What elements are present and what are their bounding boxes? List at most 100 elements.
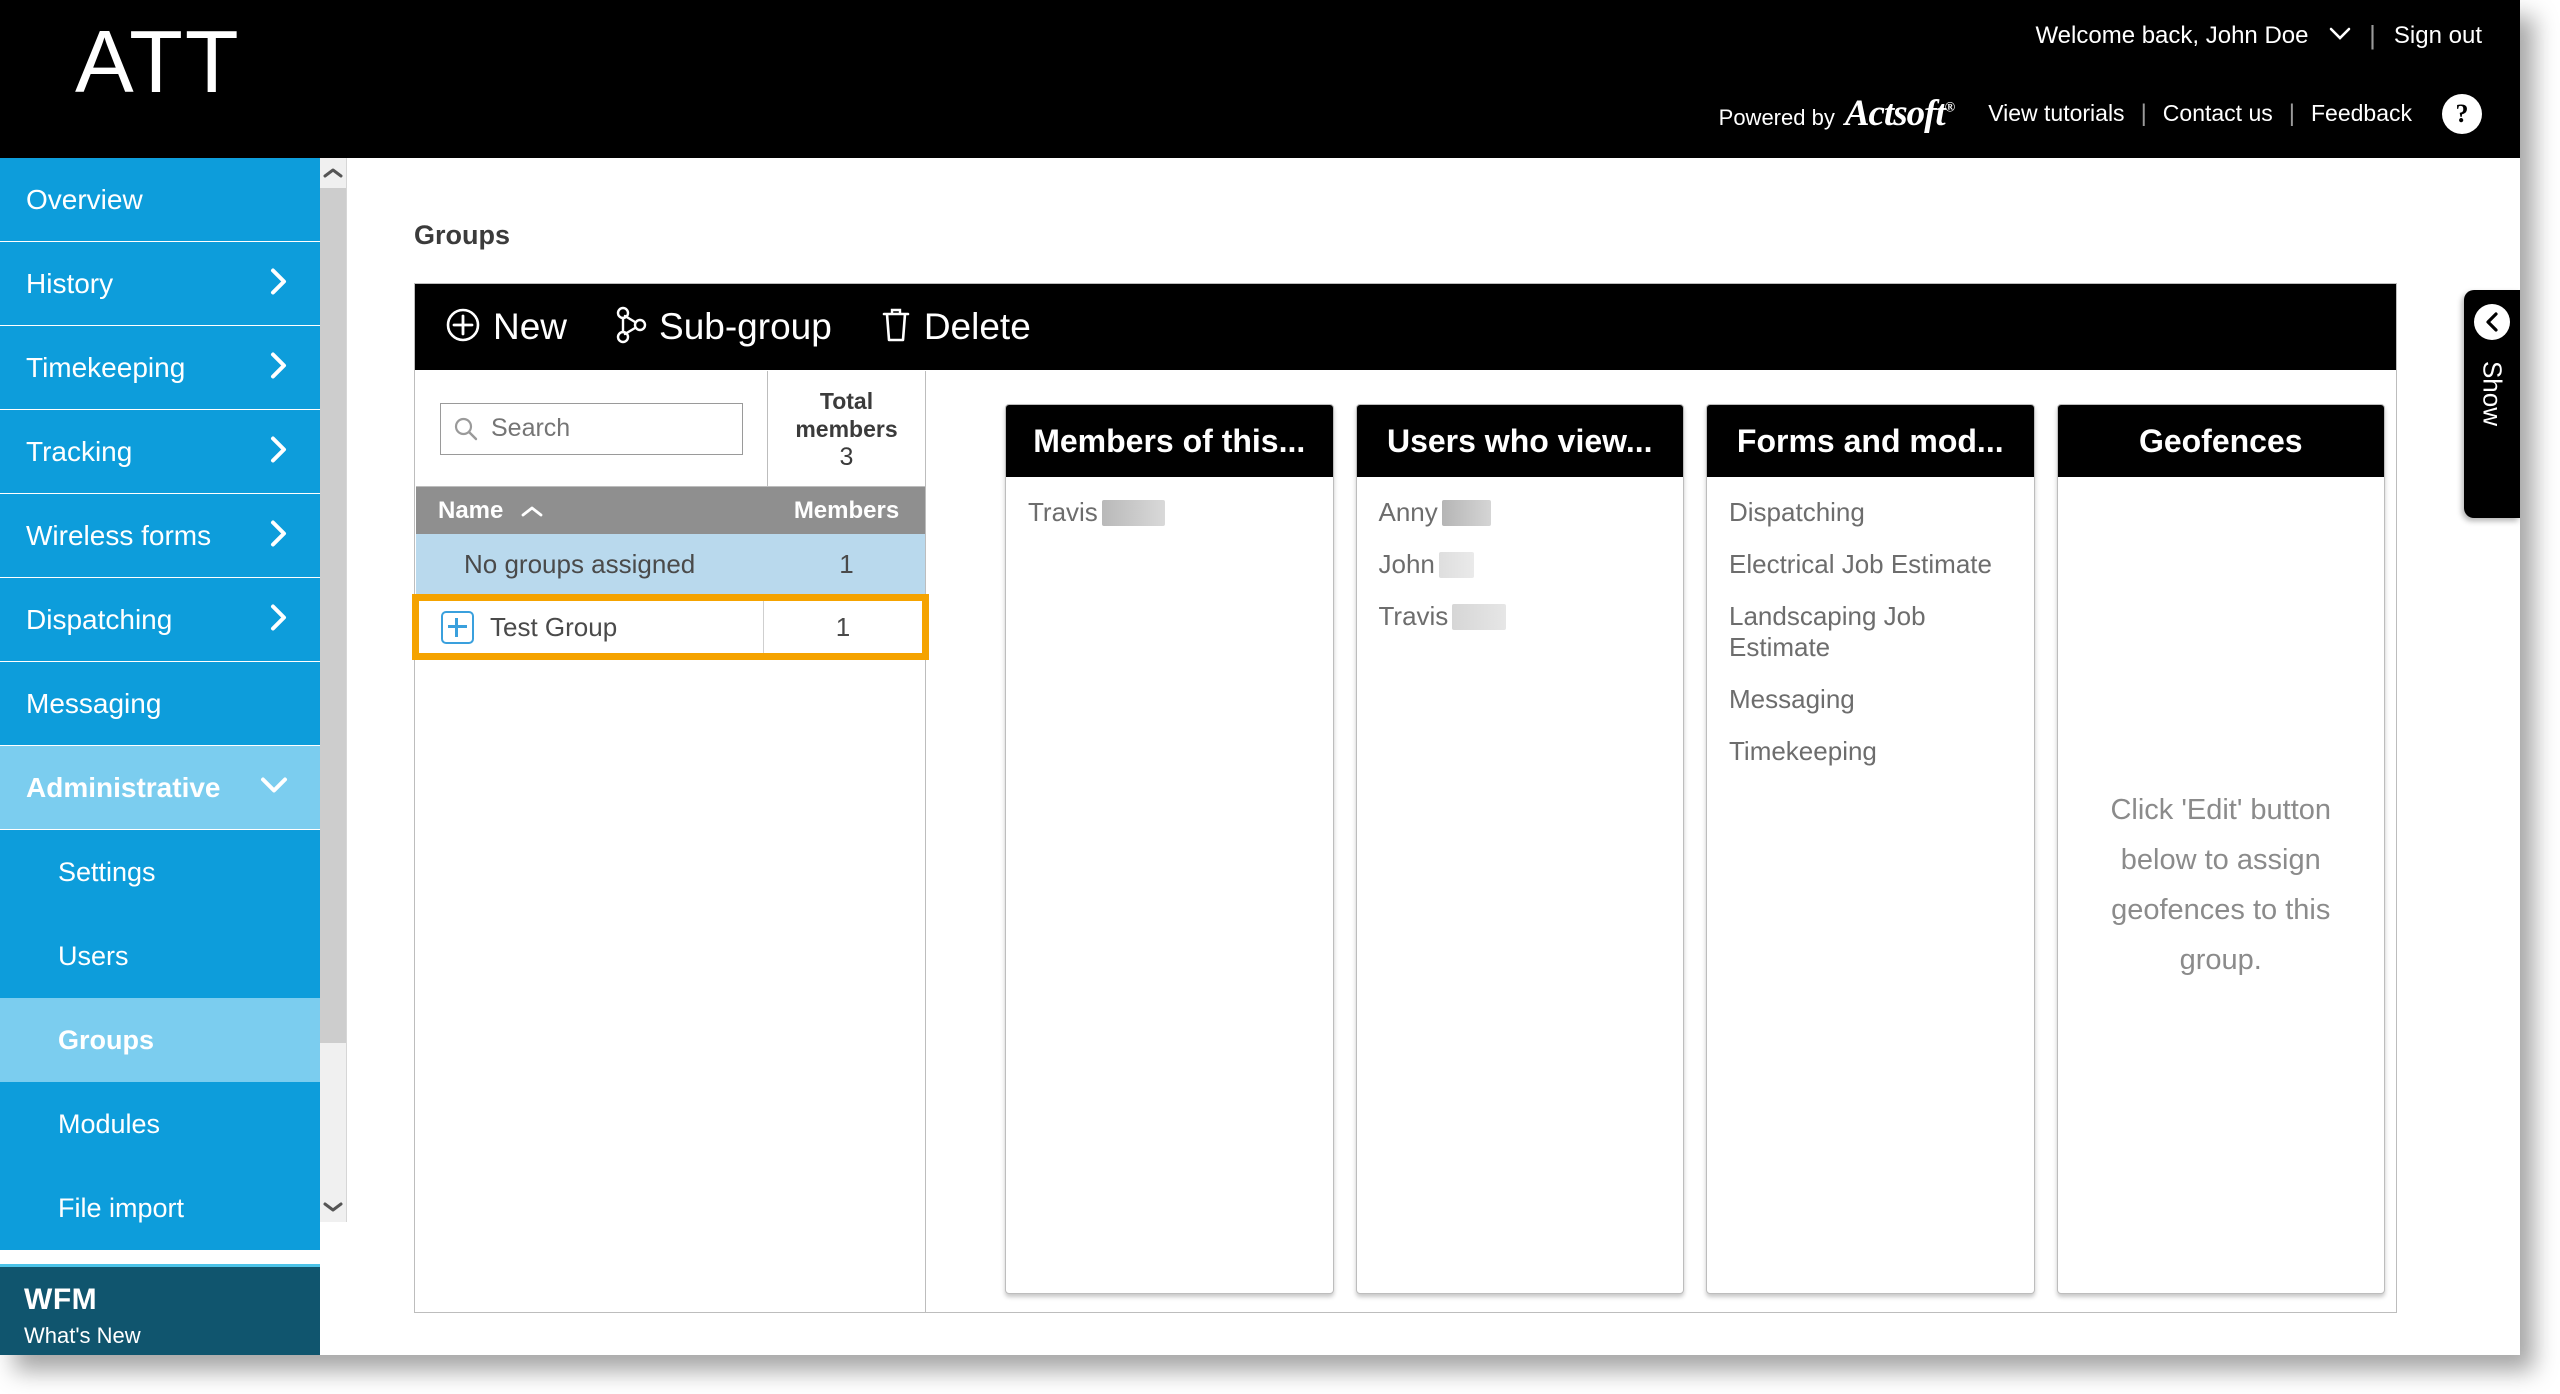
groups-panel: New Sub-group Delete Search Total member… — [412, 283, 2397, 1313]
scroll-up-icon[interactable] — [320, 158, 346, 188]
group-name-cell: No groups assigned — [464, 548, 696, 579]
welcome-user-menu[interactable]: Welcome back, John Doe — [2035, 21, 2351, 49]
wfm-subtitle: What's New — [24, 1323, 141, 1348]
show-panel-tab[interactable]: Show — [2464, 290, 2520, 518]
detail-cards: Members of this... Travis Users who view… — [1005, 404, 2385, 1294]
sidebar-scrollbar[interactable] — [320, 158, 347, 1222]
list-item: Landscaping Job Estimate — [1729, 601, 1926, 662]
sidebar-item-label: Timekeeping — [26, 351, 186, 383]
card-geofences: Geofences Click 'Edit' button below to a… — [2056, 404, 2385, 1294]
delete-button[interactable]: Delete — [880, 306, 1031, 349]
app-header: ATT Welcome back, John Doe | Sign out Po… — [0, 0, 2520, 158]
branch-icon — [615, 305, 647, 350]
card-body: Travis — [1006, 477, 1333, 1293]
chevron-right-icon — [270, 435, 288, 468]
sidebar-item-modules[interactable]: Modules — [0, 1082, 320, 1166]
sidebar-item-label: Modules — [58, 1108, 161, 1139]
sidebar-item-overview[interactable]: Overview — [0, 158, 320, 242]
sign-out-link[interactable]: Sign out — [2394, 22, 2482, 49]
group-members-cell: 1 — [835, 611, 851, 642]
feedback-link[interactable]: Feedback — [2311, 101, 2412, 126]
view-tutorials-link[interactable]: View tutorials — [1988, 101, 2124, 126]
new-button[interactable]: New — [445, 306, 567, 348]
search-icon — [453, 416, 479, 442]
sidebar-item-history[interactable]: History — [0, 242, 320, 326]
redaction-block — [1452, 603, 1507, 630]
actsoft-logo: Actsoft® — [1844, 93, 1955, 134]
viewer-name: Anny — [1378, 497, 1438, 527]
groups-toolbar: New Sub-group Delete — [415, 284, 2396, 370]
viewer-name: John — [1378, 549, 1435, 579]
column-header-members[interactable]: Members — [768, 497, 925, 525]
chevron-right-icon — [270, 267, 288, 300]
plus-circle-icon — [445, 307, 481, 348]
chevron-right-icon — [270, 519, 288, 552]
expand-plus-icon[interactable] — [441, 610, 474, 644]
redaction-block — [1438, 551, 1474, 578]
sidebar-item-tracking[interactable]: Tracking — [0, 410, 320, 494]
sidebar-item-messaging[interactable]: Messaging — [0, 662, 320, 746]
trash-icon — [880, 306, 912, 349]
wfm-title: WFM — [24, 1283, 98, 1316]
sidebar-footer-wfm[interactable]: WFM What's New — [0, 1264, 320, 1355]
list-item: Messaging — [1729, 684, 1855, 714]
sidebar-item-settings[interactable]: Settings — [0, 830, 320, 914]
scroll-down-icon[interactable] — [320, 1192, 346, 1222]
sidebar-items: Overview History Timekeeping Tracking Wi… — [0, 158, 320, 1250]
list-item: Anny — [1379, 497, 1684, 528]
search-input[interactable] — [489, 413, 713, 444]
card-title: Geofences — [2057, 405, 2384, 477]
scrollbar-thumb[interactable] — [320, 188, 346, 1043]
header-top-links: Welcome back, John Doe | Sign out — [2035, 20, 2482, 51]
contact-us-link[interactable]: Contact us — [2163, 101, 2273, 126]
viewer-name: Travis — [1378, 601, 1449, 631]
sidebar-item-label: Groups — [58, 1024, 155, 1055]
powered-by-label: Powered by — [1718, 105, 1835, 130]
sub-group-button[interactable]: Sub-group — [615, 305, 832, 350]
list-item: Travis — [1028, 497, 1333, 528]
chevron-right-icon — [270, 351, 288, 384]
list-item: John — [1379, 549, 1684, 580]
sidebar-item-wireless-forms[interactable]: Wireless forms — [0, 494, 320, 578]
card-body: Dispatching Electrical Job Estimate Land… — [1707, 477, 2034, 1293]
sidebar-item-groups[interactable]: Groups — [0, 998, 320, 1082]
chevron-right-icon — [270, 603, 288, 636]
sidebar-item-label: Administrative — [26, 771, 221, 803]
table-row[interactable]: No groups assigned 1 — [416, 534, 925, 594]
sidebar-item-label: Settings — [58, 856, 156, 887]
search-box[interactable] — [440, 402, 743, 455]
groups-list: Total members 3 Name Members No — [412, 371, 929, 1312]
new-button-label: New — [493, 306, 568, 347]
application-window: ATT Welcome back, John Doe | Sign out Po… — [0, 0, 2520, 1355]
member-name: Travis — [1028, 497, 1098, 527]
sub-group-button-label: Sub-group — [659, 306, 832, 347]
card-title: Members of this... — [1006, 405, 1333, 477]
total-members-line1: Total — [819, 387, 874, 414]
sidebar-item-administrative[interactable]: Administrative — [0, 746, 320, 830]
show-tab-label: Show — [2477, 360, 2508, 427]
header-divider: | — [2369, 20, 2376, 50]
list-search-bar: Total members 3 — [416, 371, 925, 487]
arrow-left-circle-icon[interactable] — [2474, 304, 2510, 340]
sidebar-item-file-import[interactable]: File import — [0, 1166, 320, 1250]
sidebar-item-label: Overview — [26, 183, 143, 215]
sidebar-item-users[interactable]: Users — [0, 914, 320, 998]
chevron-down-icon[interactable] — [2329, 21, 2351, 47]
header-divider: | — [2140, 99, 2147, 127]
card-body: Click 'Edit' button below to assign geof… — [2058, 477, 2385, 1293]
list-item: Dispatching — [1729, 497, 1865, 527]
card-title: Forms and mod... — [1707, 405, 2034, 477]
card-body: Anny John Travis — [1357, 477, 1684, 1293]
page-title: Groups — [414, 220, 511, 250]
sidebar-item-label: Messaging — [26, 687, 162, 719]
geofences-empty-message: Click 'Edit' button below to assign geof… — [2110, 794, 2332, 976]
total-members-summary: Total members 3 — [768, 371, 925, 486]
table-row[interactable]: Test Group 1 — [412, 594, 929, 660]
sidebar-item-dispatching[interactable]: Dispatching — [0, 578, 320, 662]
card-title: Users who view... — [1356, 405, 1683, 477]
help-icon[interactable]: ? — [2442, 93, 2482, 134]
sidebar-item-label: History — [26, 267, 114, 299]
list-item: Travis — [1379, 601, 1684, 632]
sidebar-item-timekeeping[interactable]: Timekeeping — [0, 326, 320, 410]
column-header-name[interactable]: Name — [416, 497, 768, 525]
